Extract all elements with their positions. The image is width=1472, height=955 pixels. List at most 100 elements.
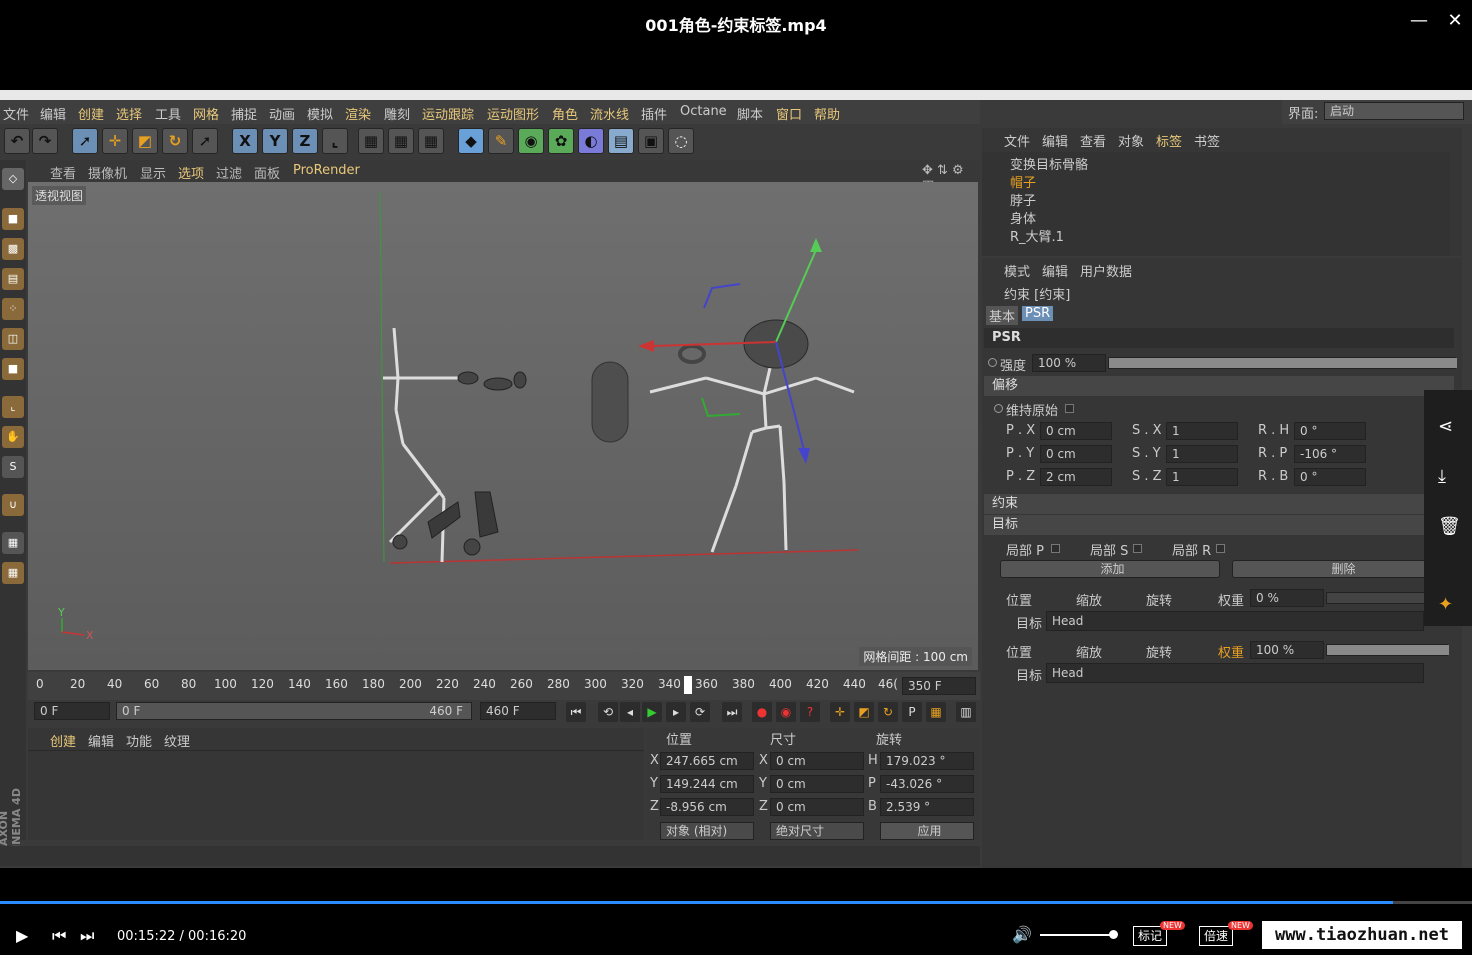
om-menu-objects[interactable]: 对象 (1118, 131, 1144, 150)
sy-field[interactable]: 1 (1166, 445, 1238, 463)
vp-menu-display[interactable]: 显示 (140, 163, 166, 182)
timeline-window-icon[interactable]: ▥ (956, 702, 976, 722)
x-axis-icon[interactable]: X (232, 128, 258, 154)
om-menu-view[interactable]: 查看 (1080, 131, 1106, 150)
go-to-prev-key-icon[interactable]: ⟲ (598, 702, 618, 722)
end-frame-field[interactable]: 460 F (480, 702, 556, 720)
volume-knob[interactable] (1109, 930, 1118, 939)
menu-simulate[interactable]: 模拟 (307, 104, 333, 123)
rot-p-field[interactable]: -43.026 ° (880, 775, 974, 793)
playhead[interactable] (684, 676, 692, 694)
menu-character[interactable]: 角色 (552, 104, 578, 123)
mat-tab-texture[interactable]: 纹理 (164, 731, 190, 750)
om-menu-bookmarks[interactable]: 书签 (1194, 131, 1220, 150)
target-link-field-1[interactable]: Head (1046, 611, 1424, 631)
am-menu-edit[interactable]: 编辑 (1042, 261, 1068, 280)
light-icon[interactable]: ◌ (668, 128, 694, 154)
menu-file[interactable]: 文件 (3, 104, 29, 123)
timeline-ruler[interactable]: 0 20 40 60 80 100 120 140 160 180 200 22… (28, 672, 980, 700)
polygons-mode-icon[interactable]: ■ (2, 358, 24, 380)
cube-icon[interactable]: ◆ (458, 128, 484, 154)
previous-video-icon[interactable]: ⏮ (52, 926, 66, 946)
vp-menu-prorender[interactable]: ProRender (293, 163, 360, 178)
prev-frame-icon[interactable]: ◂ (620, 702, 640, 722)
size-x-field[interactable]: 0 cm (770, 752, 864, 770)
lock-workplane-icon[interactable]: ▦ (2, 532, 24, 554)
local-p-checkbox[interactable] (1051, 544, 1060, 553)
local-s-checkbox[interactable] (1133, 544, 1142, 553)
rp-field[interactable]: -106 ° (1294, 445, 1366, 463)
go-to-start-icon[interactable]: ⏮ (566, 702, 586, 722)
rot-h-field[interactable]: 179.023 ° (880, 752, 974, 770)
vp-menu-view[interactable]: 查看 (50, 163, 76, 182)
planar-workplane-icon[interactable]: ▦ (2, 562, 24, 584)
sx-field[interactable]: 1 (1166, 422, 1238, 440)
strength-field[interactable]: 100 % (1032, 354, 1106, 372)
rh-field[interactable]: 0 ° (1294, 422, 1366, 440)
points-mode-icon[interactable]: ⁘ (2, 298, 24, 320)
menu-tools[interactable]: 工具 (155, 104, 181, 123)
size-y-field[interactable]: 0 cm (770, 775, 864, 793)
tweak-mode-icon[interactable]: ✋ (2, 426, 24, 448)
workplane-mode-icon[interactable]: ▤ (2, 268, 24, 290)
menu-plugins[interactable]: 插件 (641, 104, 667, 123)
download-icon[interactable]: ⤓ (1438, 466, 1446, 487)
next-video-icon[interactable]: ⏭ (80, 926, 94, 946)
subdivision-icon[interactable]: ◉ (518, 128, 544, 154)
deformer-icon[interactable]: ◐ (578, 128, 604, 154)
vp-menu-options[interactable]: 选项 (178, 163, 204, 182)
list-item[interactable]: 变换目标骨骼 (982, 154, 1450, 173)
delete-icon[interactable]: 🗑 (1438, 516, 1461, 537)
go-to-next-key-icon[interactable]: ⟳ (690, 702, 710, 722)
menu-snap[interactable]: 捕捉 (231, 104, 257, 123)
undo-icon[interactable]: ↶ (4, 128, 30, 154)
solo-icon[interactable]: S (2, 456, 24, 478)
coord-mode-dropdown[interactable]: 对象 (相对) (660, 822, 754, 840)
key-position-icon[interactable]: ✛ (830, 702, 850, 722)
list-item[interactable]: 帽子 (982, 172, 1450, 191)
apply-button[interactable]: 应用 (880, 822, 974, 840)
scale-tool-icon[interactable]: ◩ (132, 128, 158, 154)
play-icon[interactable]: ▶ (642, 702, 662, 722)
keyframe-selection-icon[interactable]: ? (800, 702, 820, 722)
menu-help[interactable]: 帮助 (814, 104, 840, 123)
y-axis-icon[interactable]: Y (262, 128, 288, 154)
vp-menu-filter[interactable]: 过滤 (216, 163, 242, 182)
om-menu-tags[interactable]: 标签 (1156, 131, 1182, 150)
menu-animate[interactable]: 动画 (269, 104, 295, 123)
tab-psr[interactable]: PSR (1022, 306, 1054, 321)
menu-mesh[interactable]: 网格 (193, 104, 219, 123)
autokey-icon[interactable]: ◉ (776, 702, 796, 722)
pos-z-field[interactable]: -8.956 cm (660, 798, 754, 816)
mat-tab-function[interactable]: 功能 (126, 731, 152, 750)
remove-target-button[interactable]: 删除 (1232, 560, 1450, 578)
select-tool-icon[interactable]: ➚ (72, 128, 98, 154)
local-r-checkbox[interactable] (1216, 544, 1225, 553)
current-frame-field[interactable]: 350 F (902, 677, 976, 695)
menu-select[interactable]: 选择 (116, 104, 142, 123)
tab-basic[interactable]: 基本 (986, 306, 1019, 325)
next-frame-icon[interactable]: ▸ (666, 702, 686, 722)
pos-x-field[interactable]: 247.665 cm (660, 752, 754, 770)
om-menu-file[interactable]: 文件 (1004, 131, 1030, 150)
weight-field-1[interactable]: 0 % (1250, 589, 1324, 607)
pen-icon[interactable]: ✎ (488, 128, 514, 154)
menu-edit[interactable]: 编辑 (40, 104, 66, 123)
am-menu-mode[interactable]: 模式 (1004, 261, 1030, 280)
am-menu-userdata[interactable]: 用户数据 (1080, 261, 1132, 280)
keep-origin-checkbox[interactable] (1065, 404, 1074, 413)
z-axis-icon[interactable]: Z (292, 128, 318, 154)
strength-slider[interactable] (1108, 357, 1457, 369)
menu-sculpt[interactable]: 雕刻 (384, 104, 410, 123)
menu-window[interactable]: 窗口 (776, 104, 802, 123)
target-section[interactable]: 目标 (984, 515, 1454, 535)
render-settings-icon[interactable]: ▦ (418, 128, 444, 154)
minimize-icon[interactable]: — (1404, 8, 1434, 34)
render-picture-viewer-icon[interactable]: ▦ (388, 128, 414, 154)
menu-motion-tracking[interactable]: 运动跟踪 (422, 104, 474, 123)
perspective-viewport[interactable]: 透视视图 Y X 网格间距: 100 cm (28, 182, 978, 670)
menu-script[interactable]: 脚本 (737, 104, 763, 123)
key-rotation-icon[interactable]: ↻ (878, 702, 898, 722)
volume-slider[interactable] (1040, 934, 1114, 936)
menu-create[interactable]: 创建 (78, 104, 104, 123)
